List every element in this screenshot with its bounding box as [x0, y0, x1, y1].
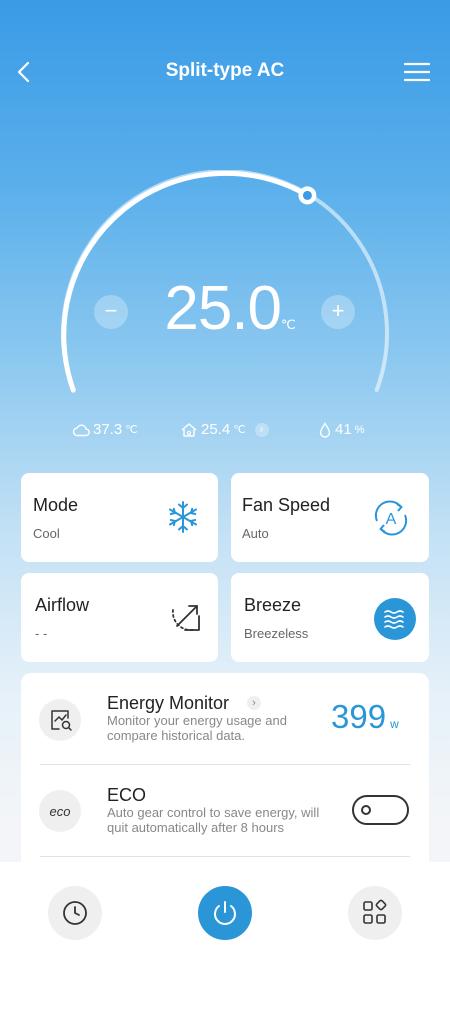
- decrease-temperature-button[interactable]: −: [94, 295, 128, 329]
- temperature-unit: ℃: [281, 317, 296, 332]
- airflow-title: Airflow: [35, 595, 90, 615]
- indoor-temperature-unit: ℃: [233, 424, 246, 436]
- fan-speed-card[interactable]: Fan Speed Auto A: [231, 473, 429, 562]
- menu-button[interactable]: [403, 62, 431, 82]
- airflow-direction-icon: [172, 605, 200, 631]
- humidity-value: 41: [335, 421, 352, 438]
- power-button[interactable]: [198, 886, 252, 940]
- breeze-title: Breeze: [244, 595, 302, 615]
- eco-toggle[interactable]: [352, 795, 409, 825]
- power-reading: 399 w: [331, 698, 399, 736]
- apps-grid-icon: [363, 899, 387, 924]
- features-panel: Energy Monitor › Monitor your energy usa…: [21, 673, 429, 873]
- mode-value: Cool: [33, 526, 60, 541]
- humidity-unit: %: [354, 423, 365, 436]
- breeze-card[interactable]: Breeze Breezeless: [231, 573, 429, 662]
- home-thermometer-icon: [181, 422, 197, 437]
- mode-card[interactable]: Mode Cool: [21, 473, 218, 562]
- airflow-value: - -: [35, 626, 48, 641]
- eco-leaf-icon: eco: [50, 804, 71, 819]
- humidity: 41%: [318, 421, 364, 438]
- schedule-button[interactable]: [48, 886, 102, 940]
- indoor-temperature[interactable]: 25.4 ℃ ›: [180, 421, 269, 438]
- increase-temperature-button[interactable]: +: [321, 295, 355, 329]
- breeze-icon-badge: [374, 598, 416, 640]
- breeze-value: Breezeless: [244, 626, 309, 641]
- energy-monitor-row[interactable]: Energy Monitor › Monitor your energy usa…: [21, 673, 429, 765]
- svg-text:eco: eco: [50, 804, 71, 819]
- fan-speed-value: Auto: [242, 526, 269, 541]
- hamburger-menu-icon: [403, 62, 431, 82]
- power-icon: [214, 901, 236, 925]
- energy-monitor-icon-badge: [39, 699, 81, 741]
- chevron-right-icon: ›: [254, 422, 269, 437]
- water-drop-icon: [319, 421, 331, 438]
- eco-row: eco ECO Auto gear control to save energy…: [21, 765, 429, 857]
- divider: [40, 856, 410, 857]
- bottom-bar: [0, 862, 450, 1025]
- energy-monitor-description-line2: compare historical data.: [107, 728, 246, 743]
- outdoor-temperature-value: 37.3: [93, 421, 123, 438]
- energy-chart-search-icon: [51, 710, 72, 731]
- airflow-card[interactable]: Airflow - -: [21, 573, 218, 662]
- eco-title: ECO: [107, 785, 147, 805]
- eco-description-line1: Auto gear control to save energy, will: [107, 805, 320, 820]
- energy-monitor-title: Energy Monitor: [107, 693, 230, 713]
- eco-toggle-knob: [361, 805, 371, 815]
- auto-fan-icon: A: [374, 500, 408, 536]
- more-functions-button[interactable]: [348, 886, 402, 940]
- power-unit: w: [390, 717, 399, 731]
- temperature-value: 25.0: [164, 274, 282, 343]
- indoor-temperature-value: 25.4: [201, 421, 231, 438]
- breeze-waves-icon: [384, 610, 404, 629]
- energy-monitor-description-line1: Monitor your energy usage and: [107, 713, 287, 728]
- outdoor-temperature-unit: ℃: [125, 424, 138, 436]
- outdoor-temperature: 37.3 ℃: [72, 421, 138, 438]
- eco-description-line2: quit automatically after 8 hours: [107, 820, 285, 835]
- page-title: Split-type AC: [165, 60, 285, 81]
- cloud-icon: [72, 423, 90, 436]
- clock-icon: [63, 901, 87, 925]
- target-temperature: 25.0℃: [150, 278, 310, 340]
- eco-icon-badge: eco: [39, 790, 81, 832]
- chevron-right-icon: ›: [247, 696, 261, 710]
- snowflake-icon: [169, 501, 197, 533]
- mode-title: Mode: [33, 495, 79, 515]
- fan-speed-title: Fan Speed: [242, 495, 331, 515]
- power-value: 399: [331, 698, 387, 735]
- svg-text:A: A: [386, 511, 397, 528]
